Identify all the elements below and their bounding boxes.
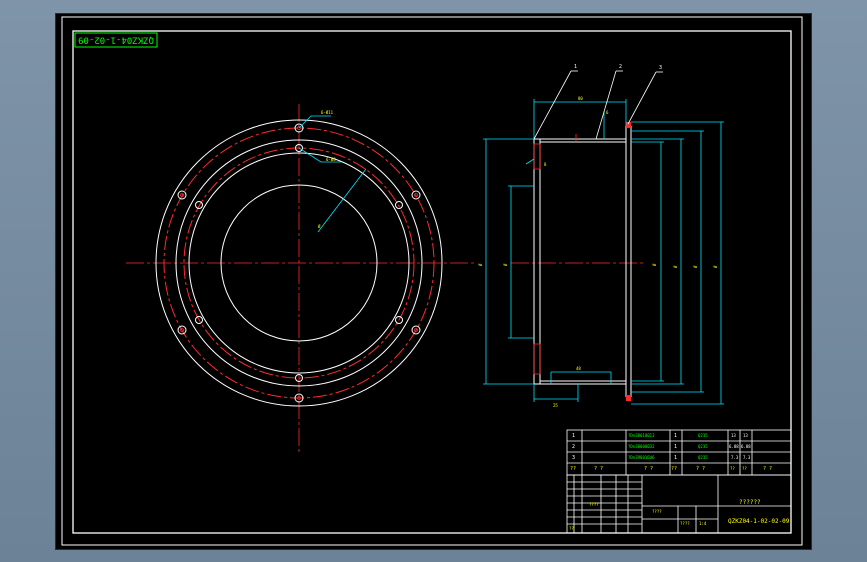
title-texts: ?????? QZKZ04-1-02-02-09 ???? ???? 1:4 ?… <box>569 499 790 531</box>
drawing-sheet: QZKZ04-1-02-09 6-Ø11 6-Ø8 Ø 1 2 3 80 Ø Ø… <box>55 13 812 550</box>
svg-text:Ø: Ø <box>478 263 483 266</box>
svg-text:13: 13 <box>731 433 736 438</box>
svg-text:8: 8 <box>544 162 547 167</box>
svg-text:Q235: Q235 <box>698 433 708 438</box>
svg-text:Ø: Ø <box>673 265 678 268</box>
svg-text:?Dn398016d6: ?Dn398016d6 <box>628 455 655 460</box>
svg-text:7.3: 7.3 <box>731 455 739 460</box>
svg-text:Q235: Q235 <box>698 444 708 449</box>
svg-text:1: 1 <box>572 433 575 439</box>
balloon-3: 3 <box>659 65 662 71</box>
svg-text:? ?: ? ? <box>644 466 653 472</box>
svg-text:Ø: Ø <box>713 265 718 268</box>
svg-text:?Dn38018013: ?Dn38018013 <box>628 433 655 438</box>
svg-text:Ø: Ø <box>652 263 657 266</box>
svg-text:??: ?? <box>742 466 747 471</box>
svg-text:????: ???? <box>589 502 599 507</box>
cad-drawing: QZKZ04-1-02-09 6-Ø11 6-Ø8 Ø 1 2 3 80 Ø Ø… <box>61 16 803 546</box>
circle-view: 6-Ø11 6-Ø8 Ø <box>126 104 476 454</box>
svg-text:6.88: 6.88 <box>729 444 739 449</box>
svg-text:48: 48 <box>576 366 581 371</box>
svg-text:Q235: Q235 <box>698 455 708 460</box>
svg-text:1: 1 <box>674 444 677 450</box>
dimension-lines <box>483 99 724 405</box>
balloon-1: 1 <box>574 64 577 70</box>
svg-text:25: 25 <box>553 403 558 408</box>
section-view: 1 2 3 80 Ø Ø Ø Ø Ø Ø 25 48 6 8 <box>478 64 724 408</box>
drawing-name: ?????? <box>739 499 761 506</box>
svg-text:Ø: Ø <box>693 265 698 268</box>
svg-text:7.3: 7.3 <box>743 455 751 460</box>
svg-text:13: 13 <box>743 433 748 438</box>
svg-text:1: 1 <box>674 455 677 461</box>
svg-text:6: 6 <box>606 110 609 115</box>
svg-text:1: 1 <box>674 433 677 439</box>
svg-text:1:4: 1:4 <box>699 521 707 526</box>
svg-text:? ?: ? ? <box>594 466 603 472</box>
svg-text:????: ???? <box>652 509 662 514</box>
rotated-drawing-code: QZKZ04-1-02-09 <box>78 35 154 45</box>
svg-text:Ø: Ø <box>503 263 508 266</box>
svg-text:??: ?? <box>570 466 576 472</box>
svg-text:????: ???? <box>680 521 690 526</box>
outer-frame <box>61 16 803 546</box>
bom-table: 1 ?Dn38018013 1 Q235 13 13 2 ?Dn38008032… <box>570 433 772 472</box>
svg-text:? ?: ? ? <box>763 466 772 472</box>
svg-text:6.88: 6.88 <box>741 444 751 449</box>
svg-text:3: 3 <box>572 455 575 461</box>
balloon-2: 2 <box>619 64 622 70</box>
svg-text:6-Ø8: 6-Ø8 <box>326 157 336 162</box>
svg-text:??: ?? <box>730 466 735 471</box>
svg-text:?Dn38008032: ?Dn38008032 <box>628 444 655 449</box>
svg-text:??: ?? <box>671 466 677 472</box>
svg-text:??: ?? <box>569 526 574 531</box>
svg-text:? ?: ? ? <box>696 466 705 472</box>
svg-text:2: 2 <box>572 444 575 450</box>
svg-text:80: 80 <box>578 96 583 101</box>
inner-frame <box>72 30 792 534</box>
drawing-code: QZKZ04-1-02-02-09 <box>728 518 790 525</box>
svg-text:6-Ø11: 6-Ø11 <box>321 110 334 115</box>
